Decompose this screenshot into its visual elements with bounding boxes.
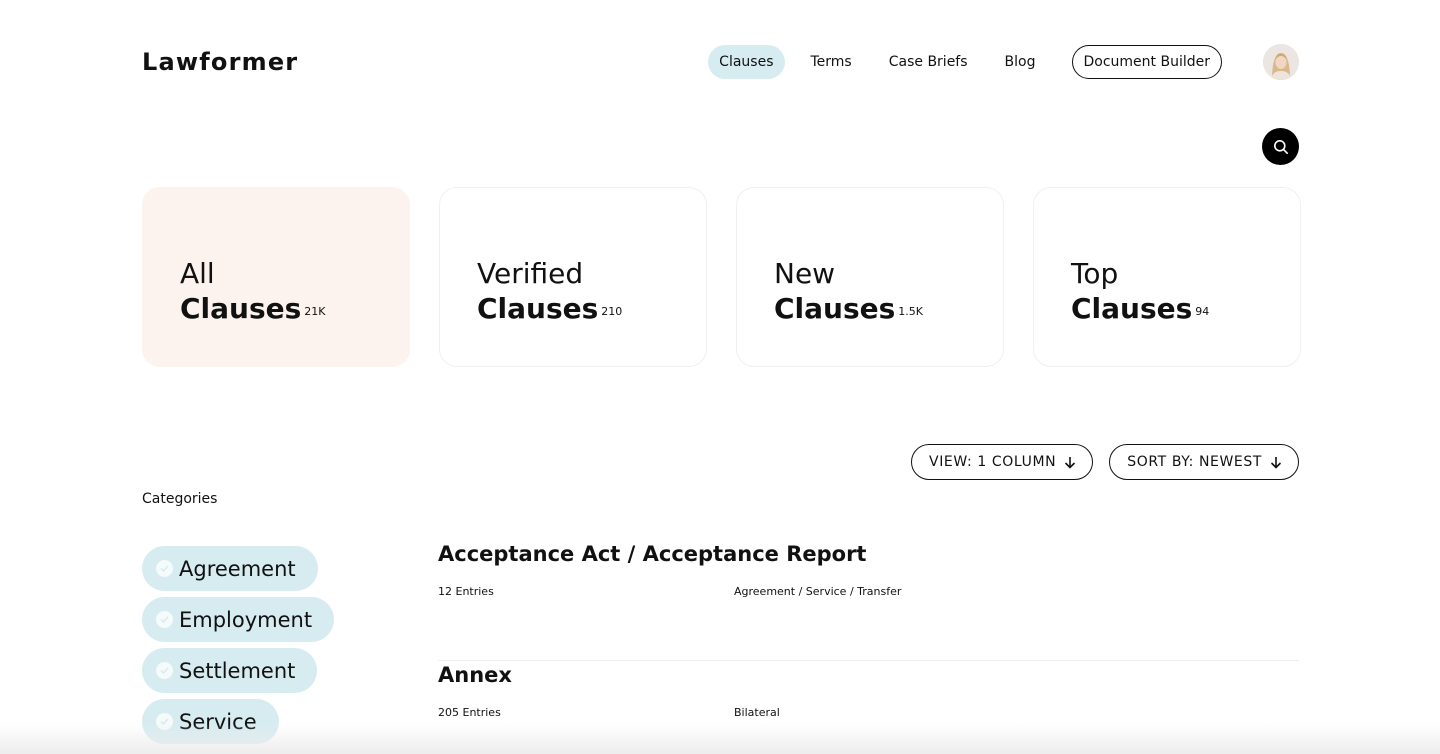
card-count: 1.5K bbox=[898, 305, 924, 318]
clause-entries: 12 Entries bbox=[438, 585, 494, 598]
nav-item-clauses[interactable]: Clauses bbox=[708, 45, 785, 79]
clause-meta: 12 Entries Agreement / Service / Transfe… bbox=[438, 585, 1299, 598]
card-verified-clauses[interactable]: Verified Clauses 210 bbox=[439, 187, 707, 367]
arrow-down-icon bbox=[1270, 456, 1282, 469]
sort-button[interactable]: SORT BY: NEWEST bbox=[1109, 444, 1299, 480]
category-settlement[interactable]: Settlement bbox=[142, 648, 318, 693]
category-employment[interactable]: Employment bbox=[142, 597, 335, 642]
logo[interactable]: Lawformer bbox=[142, 48, 298, 76]
card-all-clauses[interactable]: All Clauses 21K bbox=[142, 187, 410, 367]
check-icon bbox=[156, 611, 173, 628]
category-label: Employment bbox=[179, 607, 313, 632]
list-item[interactable]: Acceptance Act / Acceptance Report 12 En… bbox=[438, 540, 1299, 661]
card-title-bold: Clauses bbox=[180, 292, 302, 325]
clause-list: Acceptance Act / Acceptance Report 12 En… bbox=[438, 540, 1299, 754]
view-label: VIEW: 1 COLUMN bbox=[929, 454, 1057, 470]
categories-heading: Categories bbox=[142, 491, 218, 507]
list-toolbar: VIEW: 1 COLUMN SORT BY: NEWEST bbox=[911, 444, 1299, 480]
card-title-bottom: Clauses 94 bbox=[1071, 290, 1300, 328]
clause-title[interactable]: Acceptance Act / Acceptance Report bbox=[438, 541, 1299, 567]
check-icon bbox=[156, 713, 173, 730]
card-title-top: All bbox=[180, 257, 215, 290]
document-builder-button[interactable]: Document Builder bbox=[1071, 45, 1222, 79]
card-title-top: Top bbox=[1071, 257, 1119, 290]
search-icon bbox=[1273, 139, 1288, 154]
list-item[interactable]: Annex 205 Entries Bilateral bbox=[438, 661, 1299, 754]
clause-tags: Bilateral bbox=[734, 706, 780, 719]
sort-label: SORT BY: NEWEST bbox=[1127, 454, 1262, 470]
card-title-bold: Clauses bbox=[477, 292, 599, 325]
card-count: 21K bbox=[304, 305, 326, 318]
search-button[interactable] bbox=[1262, 128, 1299, 165]
card-title-bold: Clauses bbox=[774, 292, 896, 325]
category-agreement[interactable]: Agreement bbox=[142, 546, 318, 591]
clause-filter-cards: All Clauses 21K Verified Clauses 210 New C… bbox=[142, 187, 1301, 367]
card-title-top: Verified bbox=[477, 257, 584, 290]
card-top-clauses[interactable]: Top Clauses 94 bbox=[1033, 187, 1301, 367]
category-label: Service bbox=[179, 709, 257, 734]
category-label: Settlement bbox=[179, 658, 296, 683]
card-title-bottom: Clauses 21K bbox=[180, 290, 409, 328]
avatar[interactable] bbox=[1263, 44, 1299, 80]
check-icon bbox=[156, 662, 173, 679]
user-avatar-icon bbox=[1263, 44, 1299, 80]
clause-title[interactable]: Annex bbox=[438, 662, 1299, 688]
category-label: Agreement bbox=[179, 556, 296, 581]
card-new-clauses[interactable]: New Clauses 1.5K bbox=[736, 187, 1004, 367]
card-count: 94 bbox=[1195, 305, 1210, 318]
arrow-down-icon bbox=[1065, 456, 1076, 469]
card-title-top: New bbox=[774, 257, 836, 290]
check-icon bbox=[156, 560, 173, 577]
card-title-bottom: Clauses 1.5K bbox=[774, 290, 1003, 328]
clause-tags: Agreement / Service / Transfer bbox=[734, 585, 902, 598]
clause-meta: 205 Entries Bilateral bbox=[438, 706, 1299, 719]
clause-entries: 205 Entries bbox=[438, 706, 501, 719]
view-column-button[interactable]: VIEW: 1 COLUMN bbox=[911, 444, 1094, 480]
nav-item-blog[interactable]: Blog bbox=[994, 45, 1047, 79]
category-service[interactable]: Service bbox=[142, 699, 279, 744]
main-nav: Clauses Terms Case Briefs Blog Document … bbox=[693, 44, 1299, 80]
nav-item-case-briefs[interactable]: Case Briefs bbox=[878, 45, 979, 79]
top-header: Lawformer Clauses Terms Case Briefs Blog… bbox=[142, 44, 1299, 80]
nav-item-terms[interactable]: Terms bbox=[800, 45, 863, 79]
card-count: 210 bbox=[601, 305, 623, 318]
category-list: Agreement Employment Settlement Service bbox=[142, 546, 335, 744]
card-title-bottom: Clauses 210 bbox=[477, 290, 706, 328]
card-title-bold: Clauses bbox=[1071, 292, 1193, 325]
